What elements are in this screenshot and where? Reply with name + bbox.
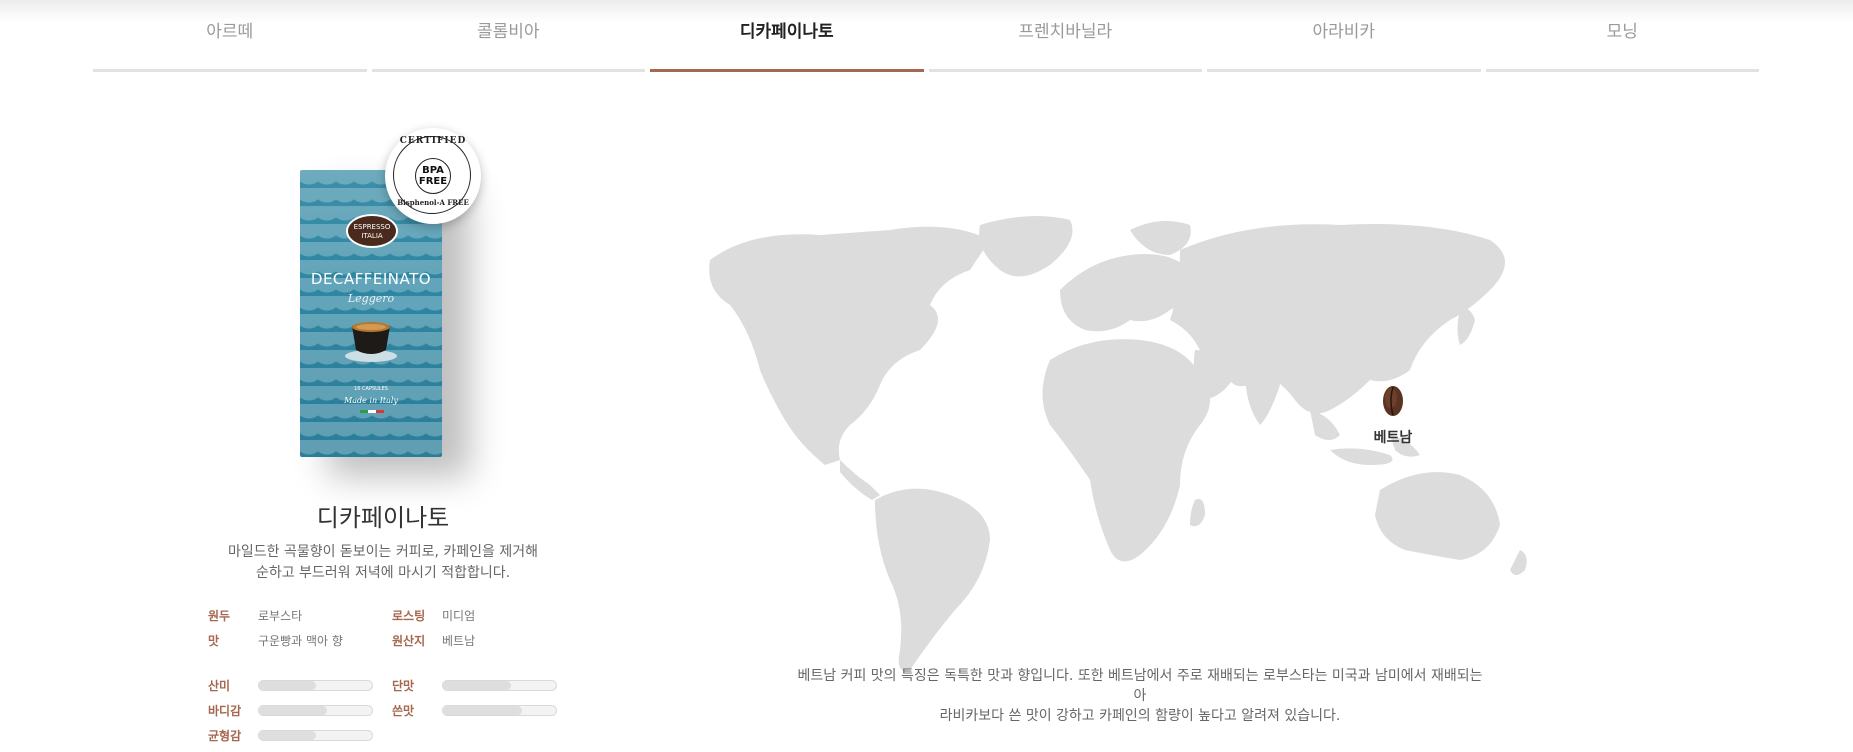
spec-roast-label: 로스팅: [392, 609, 426, 623]
pack-made-in: Made in Italy: [344, 396, 398, 405]
rating-body-label: 바디감: [208, 704, 242, 718]
rating-sweet-label: 단맛: [392, 679, 415, 693]
espresso-cup-icon: [345, 322, 397, 362]
tab-colombia[interactable]: 콜롬비아: [371, 0, 645, 72]
rating-balance-label: 균형감: [208, 729, 242, 743]
tab-morning[interactable]: 모닝: [1485, 0, 1759, 72]
product-description-line2: 순하고 부드러워 저녁에 마시기 적합합니다.: [255, 565, 511, 581]
tab-arte[interactable]: 아르떼: [93, 0, 367, 72]
rating-sweet-fill: [443, 681, 511, 690]
rating-body-fill: [259, 706, 327, 715]
pack-capsule-count: 16 CAPSULES: [354, 386, 388, 392]
pin-label: 베트남: [1373, 430, 1413, 446]
product-description: 마일드한 곡물향이 돋보이는 커피로, 카페인을 제거해 순하고 부드러워 저녁…: [213, 542, 553, 584]
spec-taste-label: 맛: [208, 634, 220, 648]
bpa-free-seal: CERTIFIED BPA FREE Bisphenol-A FREE: [385, 128, 481, 224]
rating-body-bar: [258, 705, 373, 716]
rating-bitter-fill: [443, 706, 523, 715]
coffee-bean-pin-icon[interactable]: [1382, 385, 1404, 417]
brand-logo: ESPRESSO ITALIA: [346, 214, 398, 248]
spec-origin-value: 베트남: [442, 634, 476, 648]
rating-acidity-bar: [258, 680, 373, 691]
pack-subtitle: Leggero: [347, 292, 395, 305]
rating-sweet-bar: [442, 680, 557, 691]
world-map: [690, 210, 1600, 680]
seal-bottom-text: Bisphenol-A FREE: [397, 198, 469, 207]
map-description-line1: 베트남 커피 맛의 특징은 독특한 맛과 향입니다. 또한 베트남에서 주로 재…: [797, 668, 1483, 704]
spec-origin-label: 원산지: [392, 634, 426, 648]
seal-top-text: CERTIFIED: [399, 136, 467, 146]
rating-sweet: 단맛: [392, 677, 557, 694]
pack-name: DECAFFEINATO: [310, 270, 432, 288]
spec-taste-value: 구운빵과 맥아 향: [258, 634, 343, 648]
spec-taste: 맛 구운빵과 맥아 향: [208, 632, 343, 649]
rating-body: 바디감: [208, 702, 373, 719]
tab-arabica[interactable]: 아라비카: [1207, 0, 1481, 72]
rating-bitter-bar: [442, 705, 557, 716]
rating-balance-bar: [258, 730, 373, 741]
spec-roast-value: 미디엄: [442, 609, 476, 623]
spec-bean: 원두 로부스타: [208, 607, 302, 624]
map-description: 베트남 커피 맛의 특징은 독특한 맛과 향입니다. 또한 베트남에서 주로 재…: [790, 666, 1490, 726]
rating-acidity: 산미: [208, 677, 373, 694]
product-description-line1: 마일드한 곡물향이 돋보이는 커피로, 카페인을 제거해: [227, 544, 539, 560]
rating-bitter-label: 쓴맛: [392, 704, 415, 718]
rating-balance-fill: [259, 731, 316, 740]
spec-origin: 원산지 베트남: [392, 632, 475, 649]
spec-bean-label: 원두: [208, 609, 231, 623]
rating-balance: 균형감: [208, 727, 373, 744]
rating-bitter: 쓴맛: [392, 702, 557, 719]
world-map-icon: [709, 216, 1527, 671]
rating-acidity-fill: [259, 681, 316, 690]
tab-decaffeinato[interactable]: 디카페이나토: [650, 0, 924, 72]
spec-roast: 로스팅 미디엄: [392, 607, 475, 624]
product-title: 디카페이나토: [316, 504, 450, 532]
product-tabs: 아르떼 콜롬비아 디카페이나토 프렌치바닐라 아라비카 모닝: [93, 0, 1759, 72]
spec-bean-value: 로부스타: [258, 609, 303, 623]
rating-acidity-label: 산미: [208, 679, 231, 693]
map-description-line2: 라비카보다 쓴 맛이 강하고 카페인의 함량이 높다고 알려져 있습니다.: [939, 708, 1341, 724]
tab-french-vanilla[interactable]: 프렌치바닐라: [928, 0, 1202, 72]
seal-center-text: BPA FREE: [415, 158, 451, 194]
italy-flag-icon: [360, 410, 384, 413]
